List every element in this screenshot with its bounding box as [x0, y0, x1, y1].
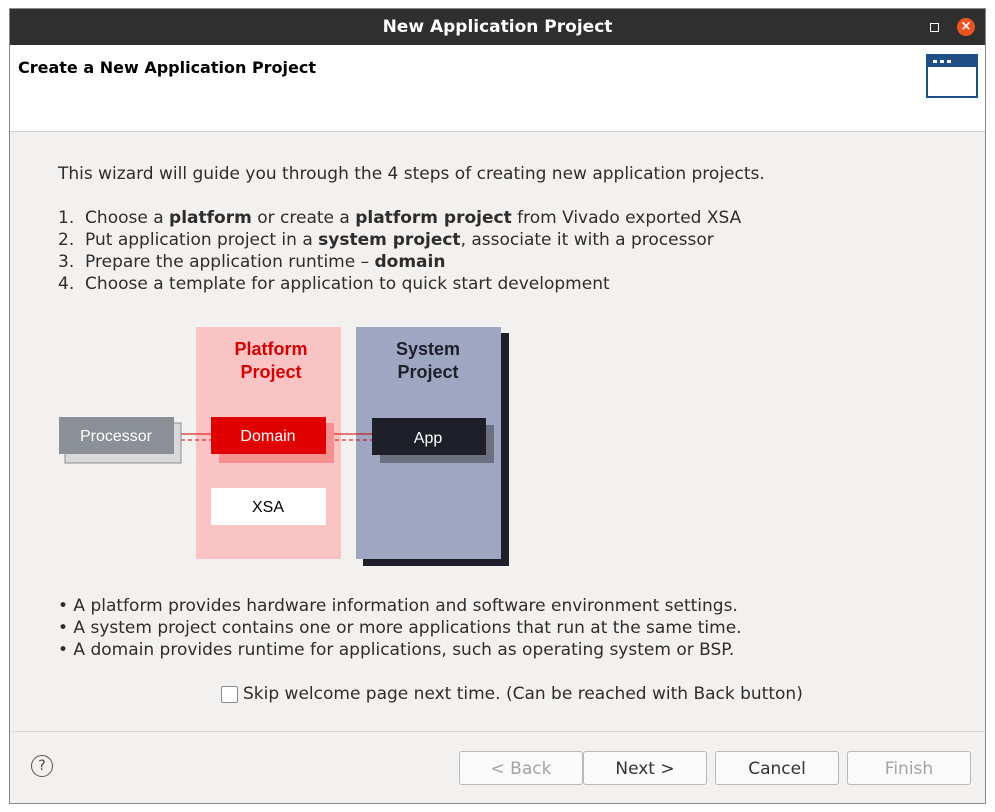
bullet-item: • A system project contains one or more … [58, 618, 742, 638]
close-button[interactable]: × [957, 18, 975, 36]
bullet-list: • A platform provides hardware informati… [58, 595, 742, 661]
intro-text: This wizard will guide you through the 4… [58, 164, 765, 184]
system-label-line2: Project [397, 362, 458, 382]
steps-list: 1. Choose a platform or create a platfor… [58, 207, 741, 295]
platform-label-line1: Platform [234, 339, 307, 359]
platform-label-line2: Project [240, 362, 301, 382]
app-label: App [414, 430, 443, 447]
close-icon: × [960, 19, 972, 34]
skip-welcome-label[interactable]: Skip welcome page next time. (Can be rea… [243, 684, 803, 704]
skip-welcome-option[interactable]: Skip welcome page next time. (Can be rea… [221, 684, 803, 704]
button-bar: ? < Back Next > Cancel Finish [10, 731, 985, 803]
system-label-line1: System [396, 339, 460, 359]
maximize-icon [929, 22, 939, 32]
bullet-item: • A platform provides hardware informati… [58, 596, 738, 616]
architecture-diagram: Platform Project System Project Processo… [59, 327, 509, 566]
skip-welcome-checkbox[interactable] [221, 685, 238, 703]
maximize-button[interactable] [927, 20, 941, 34]
wizard-dialog: New Application Project × Create a New A… [9, 8, 986, 804]
wizard-header: Create a New Application Project [10, 45, 985, 132]
page-title: Create a New Application Project [18, 58, 317, 77]
step-item: 3. Prepare the application runtime – dom… [58, 252, 446, 272]
step-item: 1. Choose a platform or create a platfor… [58, 208, 742, 228]
wizard-banner-icon [926, 54, 978, 98]
step-item: 2. Put application project in a system p… [58, 230, 714, 250]
bullet-item: • A domain provides runtime for applicat… [58, 640, 735, 660]
next-button[interactable]: Next > [583, 751, 707, 785]
title-bar[interactable]: New Application Project × [10, 9, 985, 45]
finish-button[interactable]: Finish [847, 751, 971, 785]
xsa-label: XSA [252, 499, 284, 516]
step-item: 4. Choose a template for application to … [58, 274, 610, 294]
help-icon[interactable]: ? [31, 755, 53, 777]
back-button[interactable]: < Back [459, 751, 583, 785]
window-title: New Application Project [382, 17, 613, 37]
wizard-content: This wizard will guide you through the 4… [10, 132, 985, 728]
cancel-button[interactable]: Cancel [715, 751, 839, 785]
processor-label: Processor [80, 428, 153, 445]
domain-label: Domain [240, 428, 295, 445]
